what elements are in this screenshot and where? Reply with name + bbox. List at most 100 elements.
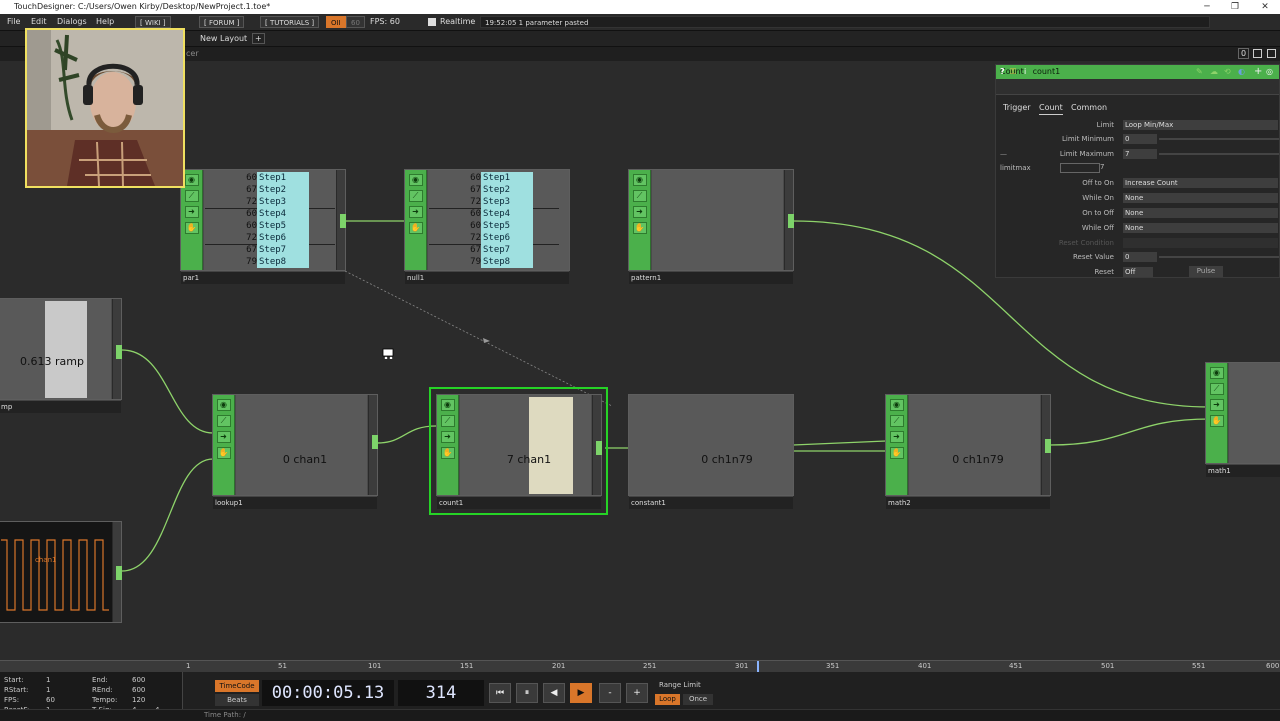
display-icon[interactable]: ➜ [184, 206, 199, 218]
node-name-math2[interactable]: math2 [886, 496, 1050, 509]
node-name-ramp[interactable]: mp [0, 400, 121, 413]
bypass-icon[interactable]: ⟋ [184, 190, 199, 202]
frame-display[interactable]: 314 [398, 680, 484, 706]
node-name-pattern1[interactable]: pattern1 [629, 271, 793, 284]
help-icon[interactable]: ? [1000, 67, 1005, 76]
node-name-math1[interactable]: math1 [1206, 464, 1280, 477]
wiki-button[interactable]: [ WIKI ] [135, 16, 171, 28]
maximize-pane-icon[interactable] [1253, 49, 1262, 58]
node-name-null1[interactable]: null1 [405, 271, 569, 284]
tab-trigger[interactable]: Trigger [1003, 102, 1031, 114]
node-math2[interactable]: ◉ ⟋ ➜ ✋ 0 ch1n79 math2 [885, 394, 1051, 509]
lock-icon[interactable]: ✋ [632, 222, 647, 234]
bypass-icon[interactable]: ⟋ [632, 190, 647, 202]
start-value[interactable]: 1 [46, 676, 50, 685]
node-name-constant1[interactable]: constant1 [629, 496, 793, 509]
param-limit-max-slider[interactable] [1159, 153, 1279, 155]
tab-common[interactable]: Common [1071, 102, 1107, 114]
display-icon[interactable]: ➜ [408, 206, 423, 218]
realtime-checkbox[interactable] [428, 18, 436, 26]
info-icon[interactable]: i [1024, 67, 1026, 76]
link-icon[interactable]: ⟲ [1224, 67, 1231, 76]
language-icon[interactable]: ◐ [1238, 67, 1245, 76]
bypass-icon[interactable]: ⟋ [440, 415, 455, 427]
tempo-value[interactable]: 120 [132, 696, 145, 705]
output-port[interactable] [116, 566, 122, 580]
node-name-lookup1[interactable]: lookup1 [213, 496, 377, 509]
target-icon[interactable]: ◎ [1266, 67, 1273, 76]
display-icon[interactable]: ➜ [1209, 399, 1224, 411]
maximize-button[interactable]: ❐ [1220, 0, 1250, 14]
param-limit-max-field[interactable]: 7 [1123, 149, 1157, 159]
add-pane-button[interactable]: + [252, 33, 265, 44]
param-reset-value-field[interactable]: 0 [1123, 252, 1157, 262]
node-constant1[interactable]: 0 ch1n79 constant1 [628, 394, 794, 509]
once-toggle[interactable]: Once [683, 694, 713, 705]
viewer-icon[interactable]: ◉ [1209, 367, 1224, 379]
viewer-icon[interactable]: ◉ [889, 399, 904, 411]
param-reset-value-slider[interactable] [1159, 256, 1279, 258]
display-icon[interactable]: ➜ [440, 431, 455, 443]
playhead[interactable] [757, 661, 759, 672]
lock-icon[interactable]: ✋ [184, 222, 199, 234]
node-pattern1[interactable]: ◉ ⟋ ➜ ✋ pattern1 [628, 169, 794, 284]
display-icon[interactable]: ➜ [889, 431, 904, 443]
output-port[interactable] [788, 214, 794, 228]
viewer-icon[interactable]: ◉ [408, 174, 423, 186]
param-on-to-off-menu[interactable]: None [1123, 208, 1278, 218]
end-value[interactable]: 600 [132, 676, 145, 685]
add-icon[interactable]: + [1254, 66, 1262, 77]
bypass-icon[interactable]: ⟋ [889, 415, 904, 427]
python-icon[interactable]: ⚿ [1010, 67, 1016, 77]
panel-count[interactable]: 0 [1238, 48, 1250, 59]
tab-count[interactable]: Count [1039, 102, 1063, 115]
param-reset-condition-menu[interactable] [1123, 238, 1278, 248]
lock-icon[interactable]: ✋ [1209, 415, 1224, 427]
param-limit-min-slider[interactable] [1159, 138, 1279, 140]
step-back-button[interactable]: ◀ [543, 683, 565, 703]
rstart-value[interactable]: 1 [46, 686, 50, 695]
display-icon[interactable]: ➜ [632, 206, 647, 218]
timecode-display[interactable]: 00:00:05.13 [262, 680, 394, 706]
op-name-field[interactable]: count1 [1033, 67, 1061, 76]
timecode-toggle[interactable]: TimeCode [215, 680, 259, 692]
output-port[interactable] [116, 345, 122, 359]
menu-help[interactable]: Help [96, 17, 114, 26]
node-name-count1[interactable]: count1 [437, 496, 601, 509]
timeline-ruler[interactable]: 1 51 101 151 201 251 301 351 401 451 501… [0, 660, 1280, 672]
viewer-icon[interactable]: ◉ [216, 399, 231, 411]
edit-icon[interactable]: ✎ [1196, 67, 1203, 76]
node-lookup1[interactable]: ◉ ⟋ ➜ ✋ 0 chan1 lookup1 [212, 394, 378, 509]
comment-icon[interactable]: ☁ [1210, 67, 1218, 76]
output-port[interactable] [1045, 439, 1051, 453]
node-null1[interactable]: ◉ ⟋ ➜ ✋ 60 Step1 67 Step2 72 Step3 60 Step4 … [404, 169, 570, 284]
node-math1[interactable]: ◉ ⟋ ➜ ✋ math1 [1205, 362, 1280, 477]
param-reset-toggle[interactable]: Off [1123, 267, 1153, 277]
step-plus-button[interactable]: + [626, 683, 648, 703]
node-par1[interactable]: ◉ ⟋ ➜ ✋ 60 Step1 67 Step2 72 Step3 60 Step4 … [180, 169, 346, 284]
play-button[interactable]: ▶ [570, 683, 592, 703]
bypass-icon[interactable]: ⟋ [408, 190, 423, 202]
menu-dialogs[interactable]: Dialogs [57, 17, 87, 26]
output-port[interactable] [340, 214, 346, 228]
output-port[interactable] [372, 435, 378, 449]
beats-toggle[interactable]: Beats [215, 694, 259, 706]
forum-button[interactable]: [ FORUM ] [199, 16, 245, 28]
param-off-to-on-menu[interactable]: Increase Count [1123, 178, 1278, 188]
node-name-par1[interactable]: par1 [181, 271, 345, 284]
loop-toggle[interactable]: Loop [655, 694, 680, 705]
tab-new-layout[interactable]: New Layout [200, 34, 247, 43]
viewer-icon[interactable]: ◉ [632, 174, 647, 186]
pause-button[interactable]: ⏸ [516, 683, 538, 703]
split-pane-icon[interactable] [1267, 49, 1276, 58]
step-minus-button[interactable]: - [599, 683, 621, 703]
oi-badge[interactable]: OII [326, 16, 346, 28]
node-ramp[interactable]: 0.613 ramp mp [0, 298, 122, 413]
bypass-icon[interactable]: ⟋ [1209, 383, 1224, 395]
close-button[interactable]: ✕ [1250, 0, 1280, 14]
pulse-button[interactable]: Pulse [1189, 266, 1223, 277]
param-limit-menu[interactable]: Loop Min/Max [1123, 120, 1278, 130]
fps-cap-field[interactable]: 60 [346, 16, 365, 28]
param-limit-min-field[interactable]: 0 [1123, 134, 1157, 144]
display-icon[interactable]: ➜ [216, 431, 231, 443]
